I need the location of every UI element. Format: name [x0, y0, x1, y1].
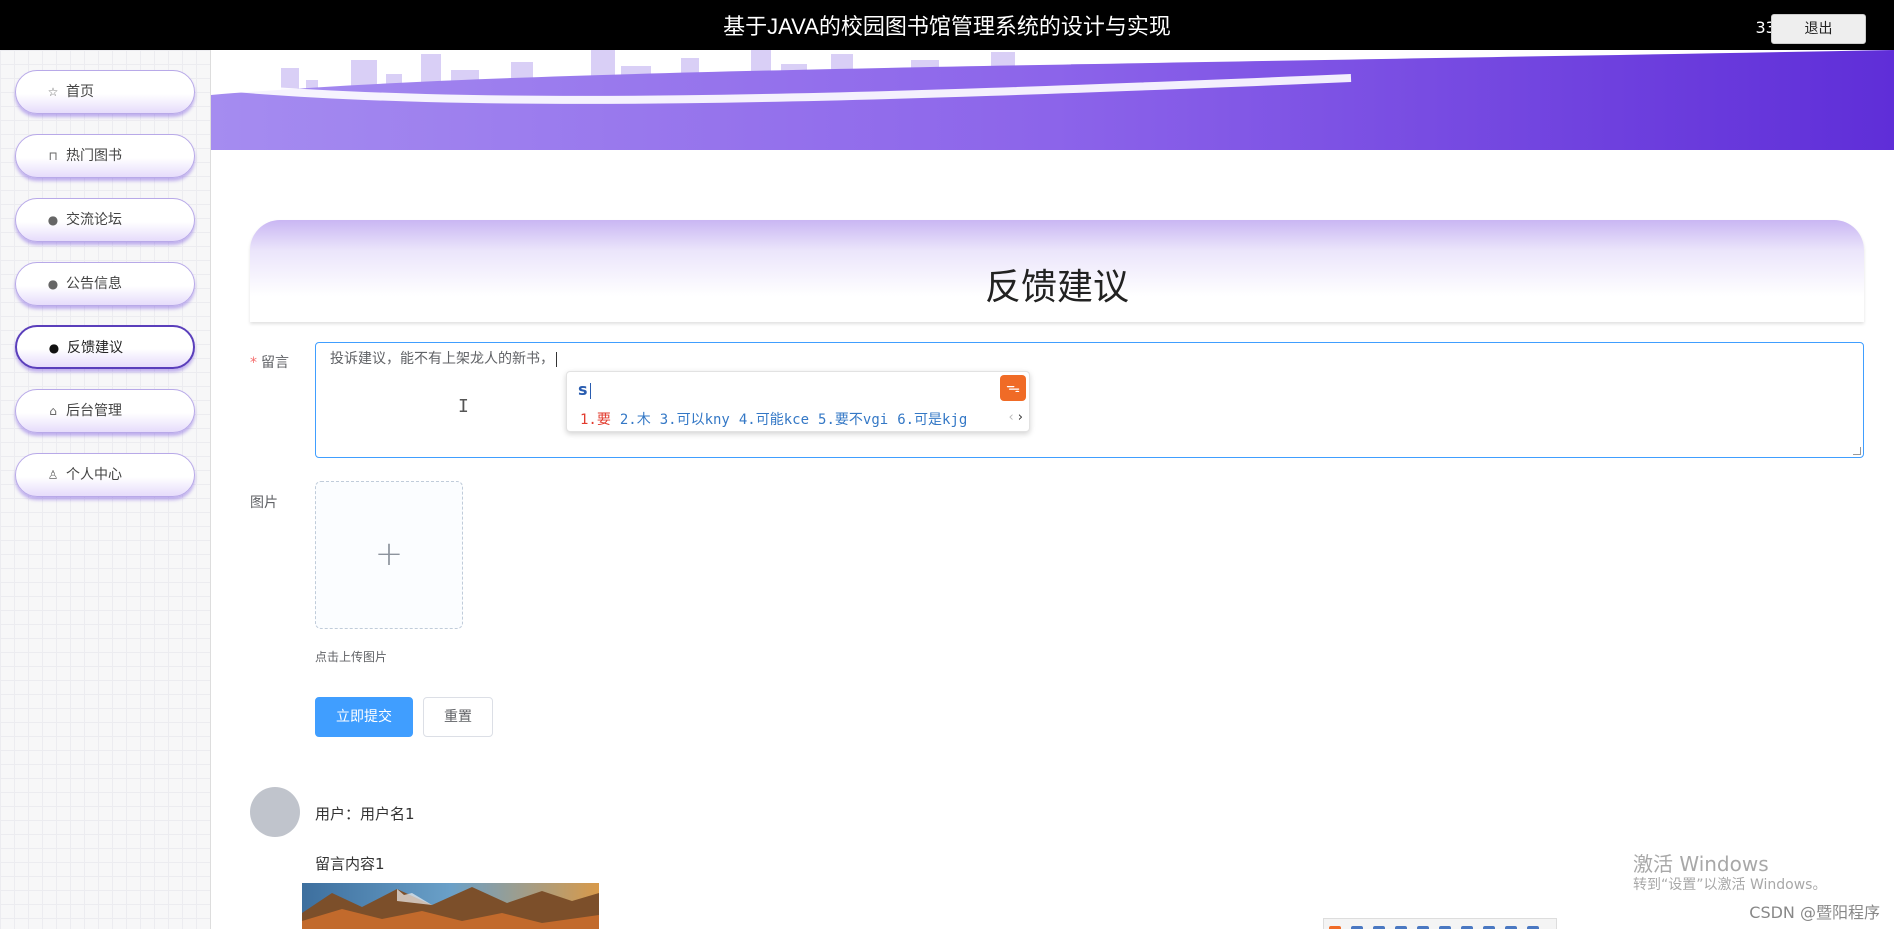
sidebar: ☆ 首页 ⊓ 热门图书 ● 交流论坛 ● 公告信息 ● 反馈建议 ⌂ 后台管理 ♙ 个人中心 — [0, 50, 211, 929]
ime-logo-icon[interactable]: ᯓ — [1000, 375, 1026, 401]
ibeam-cursor-icon: I — [458, 396, 469, 417]
avatar — [250, 787, 300, 837]
message-text: 投诉建议，能不有上架龙人的新书， — [330, 351, 554, 367]
ime-page-arrows[interactable]: ‹ › — [1008, 410, 1023, 425]
reset-button[interactable]: 重置 — [423, 697, 493, 737]
comment-content: 留言内容1 — [315, 855, 385, 873]
store-icon: ⌂ — [49, 404, 57, 418]
ime-candidate[interactable]: 6.可是kjg — [897, 412, 967, 428]
star-icon: ☆ — [47, 85, 59, 99]
ime-candidate[interactable]: 2.木 — [620, 412, 651, 428]
sidebar-item-admin[interactable]: ⌂ 后台管理 — [15, 389, 195, 433]
upload-hint: 点击上传图片 — [315, 650, 388, 664]
sidebar-item-forum[interactable]: ● 交流论坛 — [15, 198, 195, 242]
windows-activation-subtitle: 转到“设置”以激活 Windows。 — [1633, 877, 1827, 893]
required-asterisk-icon: * — [250, 355, 257, 371]
sidebar-item-home[interactable]: ☆ 首页 — [15, 70, 195, 114]
comment-image — [302, 883, 599, 929]
sidebar-item-label: 个人中心 — [66, 467, 122, 483]
sidebar-item-label: 反馈建议 — [67, 340, 123, 356]
comment-user: 用户：用户名1 — [315, 805, 415, 823]
user-icon: ♙ — [47, 468, 59, 482]
sidebar-item-label: 首页 — [66, 84, 94, 100]
submit-button[interactable]: 立即提交 — [315, 697, 413, 737]
message-label: * 留言 — [250, 352, 289, 372]
ime-candidate[interactable]: 1.要 — [580, 412, 611, 428]
ime-candidates: 1.要 2.木 3.可以kny 4.可能kce 5.要不vgi 6.可是kjg — [580, 409, 976, 429]
message-textarea[interactable]: 投诉建议，能不有上架龙人的新书， — [315, 342, 1864, 458]
prev-page-icon: ‹ — [1008, 410, 1014, 425]
app-title: 基于JAVA的校园图书馆管理系统的设计与实现 — [723, 14, 1171, 39]
ime-candidate[interactable]: 5.要不vgi — [818, 412, 888, 428]
logout-button[interactable]: 退出 — [1771, 14, 1866, 44]
image-upload-box[interactable]: + — [315, 481, 463, 629]
info-circle-icon: ● — [48, 341, 60, 355]
next-page-icon: › — [1017, 410, 1023, 425]
question-circle-icon: ● — [47, 277, 59, 291]
header-banner — [211, 50, 1894, 150]
sidebar-item-label: 交流论坛 — [66, 212, 122, 228]
bag-icon: ⊓ — [48, 149, 58, 163]
ime-toolbar[interactable] — [1323, 918, 1557, 929]
ime-composition: s — [578, 380, 591, 399]
resize-handle-icon[interactable] — [1853, 447, 1861, 455]
plus-icon: + — [374, 534, 404, 574]
top-bar: 基于JAVA的校园图书馆管理系统的设计与实现 333 退出 — [0, 0, 1894, 50]
sidebar-item-profile[interactable]: ♙ 个人中心 — [15, 453, 195, 497]
exclamation-circle-icon: ● — [47, 213, 59, 227]
csdn-watermark: CSDN @暨阳程序 — [1749, 903, 1880, 922]
message-label-text: 留言 — [261, 355, 289, 371]
city-skyline-banner — [211, 50, 1894, 150]
sidebar-item-label: 公告信息 — [66, 276, 122, 292]
ime-candidate-popup: s ᯓ 1.要 2.木 3.可以kny 4.可能kce 5.要不vgi 6.可是kjg ‹… — [566, 371, 1030, 432]
text-caret — [556, 351, 557, 367]
ime-candidate[interactable]: 4.可能kce — [739, 412, 809, 428]
sidebar-item-feedback[interactable]: ● 反馈建议 — [15, 325, 195, 369]
sidebar-item-notices[interactable]: ● 公告信息 — [15, 262, 195, 306]
ime-candidate[interactable]: 3.可以kny — [660, 412, 730, 428]
windows-activation-title: 激活 Windows — [1633, 852, 1769, 876]
page-title: 反馈建议 — [984, 266, 1129, 307]
sidebar-item-hot-books[interactable]: ⊓ 热门图书 — [15, 134, 195, 178]
sidebar-item-label: 热门图书 — [66, 148, 122, 164]
image-label: 图片 — [250, 495, 278, 511]
page-title-card: 反馈建议 — [250, 220, 1864, 322]
sidebar-item-label: 后台管理 — [66, 403, 122, 419]
